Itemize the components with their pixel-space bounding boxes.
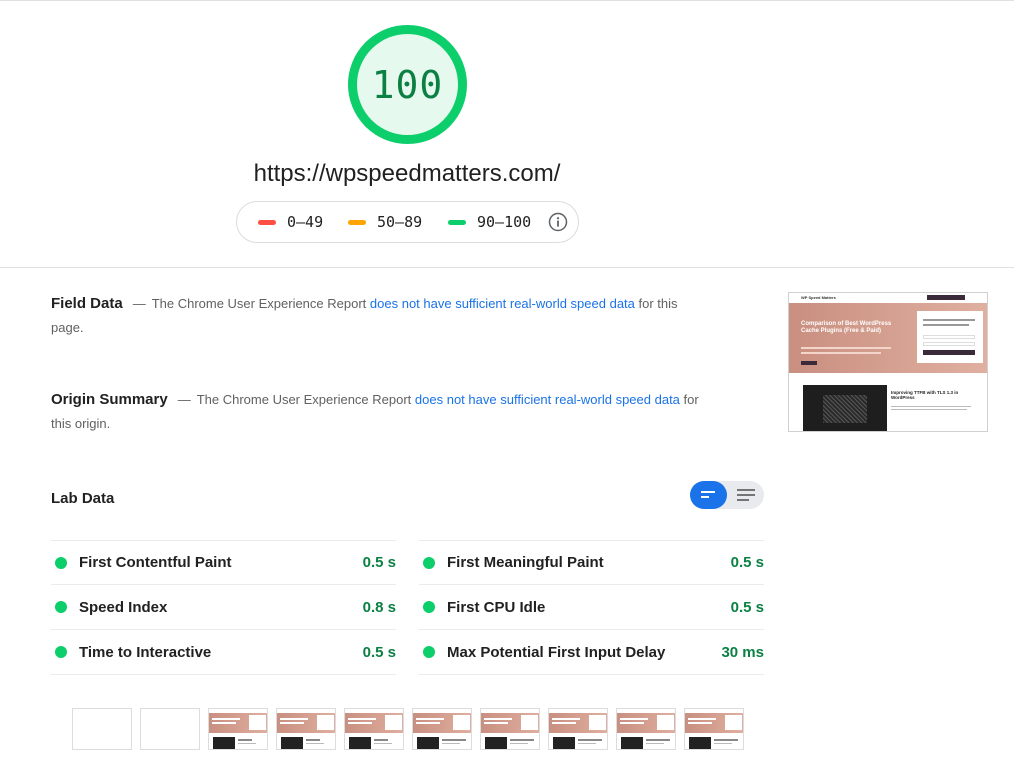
thumb-post-title: Improving TTFB with TLS 1.3 in WordPress (891, 390, 959, 400)
filmstrip-frame (548, 708, 608, 750)
legend-good-swatch (448, 219, 466, 225)
filmstrip-frame (412, 708, 472, 750)
field-data-dash: — (132, 296, 146, 311)
metric-value: 0.5 s (362, 554, 396, 571)
filmstrip-frame (208, 708, 268, 750)
thumb-post-image-pattern (823, 395, 867, 423)
metric-value: 0.5 s (730, 598, 764, 616)
list-view-button[interactable] (727, 481, 764, 509)
thumb-site-name: WP Speed Matters (801, 295, 836, 300)
field-data-link[interactable]: does not have sufficient real-world spee… (370, 296, 635, 311)
thumb-subscribe-input (923, 335, 975, 339)
thumb-hero: Comparison of Best WordPress Cache Plugi… (789, 303, 987, 373)
filmstrip-frame (480, 708, 540, 750)
pass-indicator-icon (423, 601, 435, 613)
bars-view-button[interactable] (690, 481, 727, 509)
metric-first-cpu-idle: First CPU Idle 0.5 s (419, 585, 764, 630)
pass-indicator-icon (55, 601, 67, 613)
bars-view-icon (701, 491, 715, 498)
filmstrip-frame (276, 708, 336, 750)
legend-average-label: 50–89 (377, 213, 423, 231)
legend-good-label: 90–100 (477, 213, 532, 231)
metric-time-to-interactive: Time to Interactive 0.5 s (51, 630, 396, 675)
performance-score: 100 (371, 62, 444, 107)
metric-max-potential-fid: Max Potential First Input Delay 30 ms (419, 630, 764, 675)
filmstrip-frame (140, 708, 200, 750)
score-legend: 0–49 50–89 90–100 (236, 201, 579, 243)
top-border (0, 0, 1014, 1)
metrics-view-toggle[interactable] (690, 481, 764, 509)
thumb-post-line (891, 406, 971, 407)
legend-poor-label: 0–49 (287, 213, 324, 231)
legend-poor: 0–49 (258, 213, 323, 231)
legend-average: 50–89 (348, 213, 422, 231)
metric-value: 0.8 s (362, 598, 396, 616)
field-data-section: Field Data — The Chrome User Experience Re… (51, 292, 711, 340)
thumb-subscribe-input (923, 342, 975, 346)
metric-first-meaningful-paint: First Meaningful Paint 0.5 s (419, 540, 764, 585)
origin-summary-text-before: The Chrome User Experience Report (196, 392, 412, 407)
filmstrip-frame (616, 708, 676, 750)
filmstrip-frame (344, 708, 404, 750)
pass-indicator-icon (55, 556, 67, 569)
metric-value: 30 ms (721, 643, 764, 661)
list-view-icon (737, 489, 755, 501)
legend-good: 90–100 (448, 213, 531, 231)
thumb-post-image (803, 385, 887, 431)
origin-summary-dash: — (177, 392, 191, 407)
thumb-hero-line (801, 352, 881, 354)
thumb-hero-button (801, 361, 817, 365)
tested-url: https://wpspeedmatters.com/ (253, 160, 561, 187)
legend-average-swatch (348, 219, 366, 225)
thumb-subscribe-button (923, 350, 975, 355)
pass-indicator-icon (423, 556, 435, 569)
metric-name: Speed Index (79, 598, 168, 616)
origin-summary-section: Origin Summary — The Chrome User Experienc… (51, 388, 711, 436)
filmstrip-frame (72, 708, 132, 750)
pass-indicator-icon (423, 646, 435, 658)
header-divider (0, 267, 1014, 268)
thumb-hero-title: Comparison of Best WordPress Cache Plugi… (801, 321, 892, 334)
thumb-hero-line (801, 347, 891, 349)
metric-value: 0.5 s (730, 554, 764, 571)
metric-name: First CPU Idle (447, 598, 546, 616)
filmstrip-frame (684, 708, 744, 750)
metric-speed-index: Speed Index 0.8 s (51, 585, 396, 630)
pass-indicator-icon (55, 646, 67, 658)
thumb-subscribe-line (923, 324, 969, 326)
thumb-header-button (927, 295, 965, 300)
origin-summary-title: Origin Summary (51, 391, 168, 408)
thumb-subscribe-box (917, 311, 983, 363)
metric-name: First Contentful Paint (79, 554, 232, 571)
field-data-title: Field Data (51, 295, 123, 312)
field-data-text-before: The Chrome User Experience Report (151, 296, 367, 311)
info-icon[interactable] (548, 212, 568, 232)
metric-name: Time to Interactive (79, 643, 212, 661)
metric-first-contentful-paint: First Contentful Paint 0.5 s (51, 540, 396, 585)
thumb-header: WP Speed Matters (789, 293, 987, 303)
metric-value: 0.5 s (362, 643, 396, 661)
lab-data-title: Lab Data (51, 490, 115, 507)
thumb-subscribe-line (923, 319, 975, 321)
page-screenshot-thumbnail: WP Speed Matters Comparison of Best Word… (788, 292, 988, 432)
origin-summary-link[interactable]: does not have sufficient real-world spee… (415, 392, 680, 407)
legend-poor-swatch (258, 219, 276, 225)
thumb-post-line (891, 409, 967, 410)
metric-name: Max Potential First Input Delay (447, 643, 666, 661)
metric-name: First Meaningful Paint (447, 554, 604, 571)
